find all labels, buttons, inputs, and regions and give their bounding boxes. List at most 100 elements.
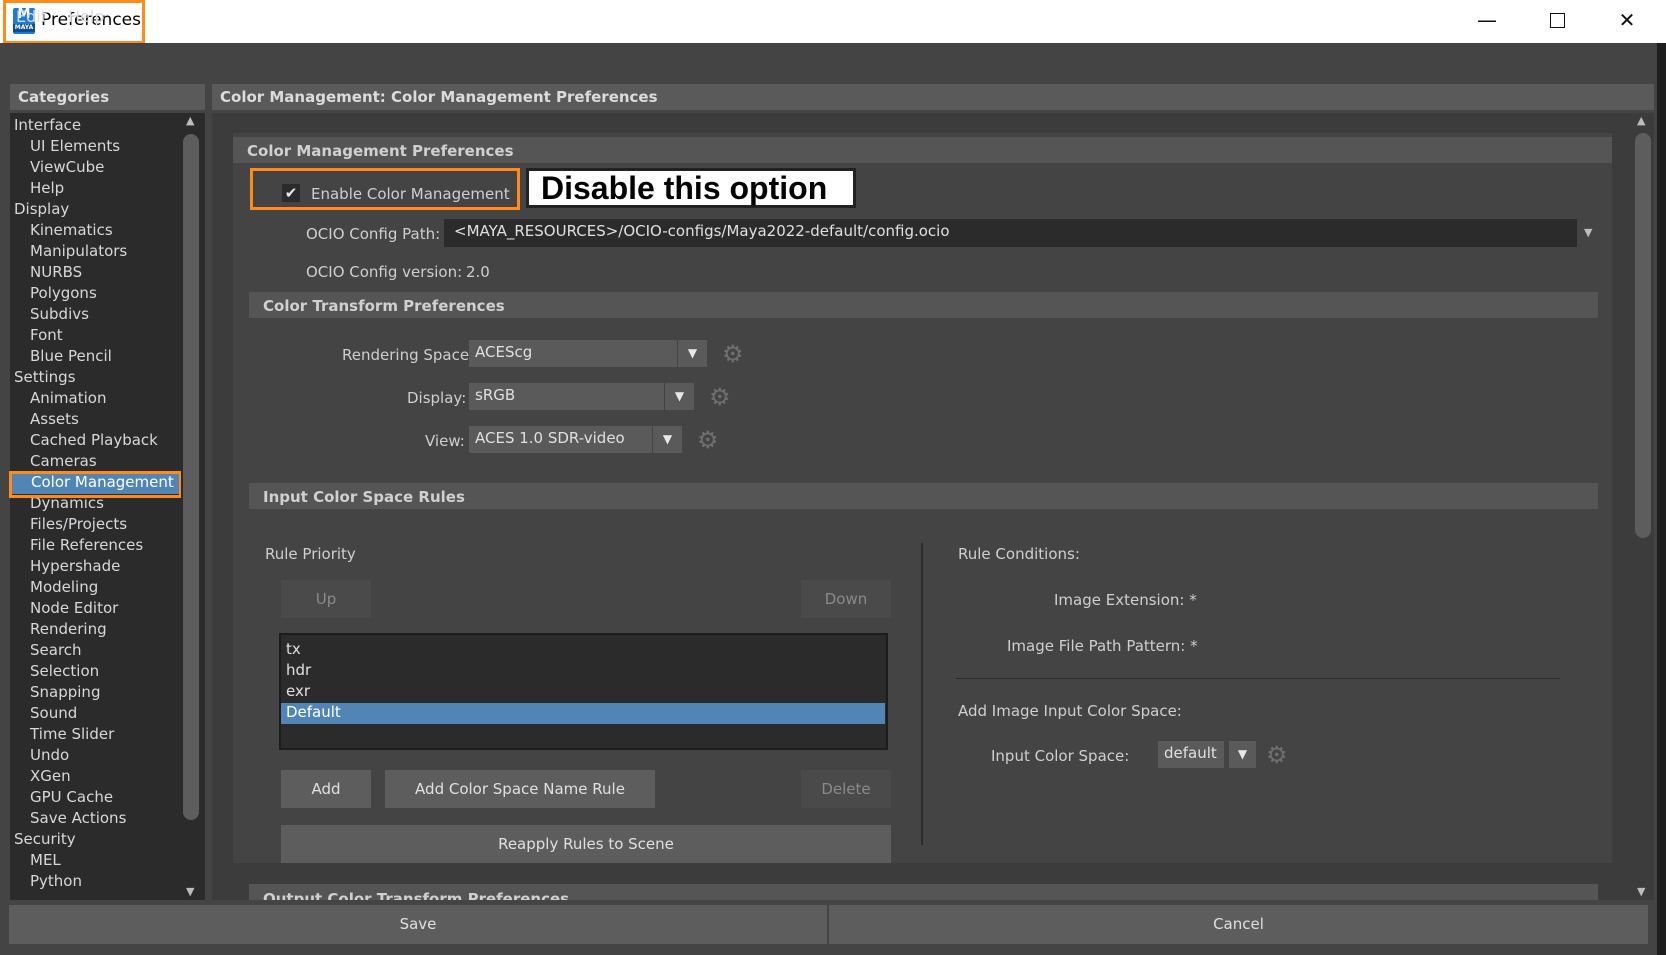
category-item[interactable]: MEL <box>10 851 61 872</box>
rule-item[interactable]: hdr <box>281 661 885 682</box>
category-item[interactable]: Selection <box>10 662 99 683</box>
cm-prefs-header: Color Management Preferences <box>233 137 1612 163</box>
ocio-path-dropdown-icon[interactable]: ▼ <box>1584 226 1592 239</box>
category-item[interactable]: Save Actions <box>10 809 126 830</box>
ocio-path-field[interactable]: <MAYA_RESOURCES>/OCIO-configs/Maya2022-d… <box>444 219 1577 247</box>
annotation-callout: Disable this option <box>526 168 856 208</box>
category-item[interactable]: Subdivs <box>10 305 89 326</box>
category-item[interactable]: Time Slider <box>10 725 114 746</box>
main-header: Color Management: Color Management Prefe… <box>212 84 1654 110</box>
input-cs-label: Input Color Space: <box>991 747 1130 765</box>
category-item[interactable]: Rendering <box>10 620 107 641</box>
rendering-space-label: Rendering Space: <box>342 346 475 364</box>
input-cs-dropdown-icon[interactable]: ▼ <box>1228 741 1256 768</box>
category-item[interactable]: Snapping <box>10 683 100 704</box>
scroll-up-icon[interactable]: ▲ <box>186 114 194 127</box>
category-item[interactable]: Manipulators <box>10 242 127 263</box>
categories-scroll-thumb[interactable] <box>183 134 199 820</box>
enable-cm-checkbox[interactable]: ✔ <box>282 184 300 202</box>
display-dropdown-icon[interactable]: ▼ <box>664 383 694 410</box>
category-item[interactable]: Assets <box>10 410 79 431</box>
display-label: Display: <box>407 389 467 407</box>
cancel-button[interactable]: Cancel <box>829 905 1648 944</box>
category-item[interactable]: Modeling <box>10 578 98 599</box>
add-name-rule-button[interactable]: Add Color Space Name Rule <box>385 770 655 808</box>
category-item[interactable]: NURBS <box>10 263 82 284</box>
close-button[interactable]: ✕ <box>1592 0 1662 43</box>
rendering-space-combo[interactable]: ACEScg <box>469 340 677 367</box>
categories-list[interactable]: Interface UI Elements ViewCube Help Display K… <box>10 113 205 900</box>
menu-help[interactable]: Help <box>68 7 104 26</box>
category-item[interactable]: Security <box>10 830 76 851</box>
category-item[interactable]: Settings <box>10 368 76 389</box>
view-dropdown-icon[interactable]: ▼ <box>652 426 682 453</box>
rule-item[interactable]: exr <box>281 682 885 703</box>
category-item[interactable]: Display <box>10 200 69 221</box>
ocio-version-label: OCIO Config version: <box>306 263 463 281</box>
category-item[interactable]: Sound <box>10 704 77 725</box>
input-cs-combo[interactable]: default <box>1158 741 1224 768</box>
ocio-path-label: OCIO Config Path: <box>306 225 441 243</box>
image-extension-label: Image Extension: * <box>1054 591 1197 609</box>
category-item[interactable]: Blue Pencil <box>10 347 112 368</box>
reapply-rules-button[interactable]: Reapply Rules to Scene <box>281 825 891 863</box>
add-button[interactable]: Add <box>281 770 371 808</box>
title-bar <box>0 0 1666 43</box>
main-scroll-up-icon[interactable]: ▲ <box>1637 114 1645 127</box>
category-item[interactable]: Files/Projects <box>10 515 127 536</box>
rule-conditions-label: Rule Conditions: <box>958 545 1080 563</box>
rule-item-selected[interactable]: Default <box>281 703 885 724</box>
input-rules-header: Input Color Space Rules <box>249 483 1598 509</box>
category-item[interactable]: File References <box>10 536 143 557</box>
category-item[interactable]: Cameras <box>10 452 97 473</box>
rendering-space-gear-icon[interactable]: ⚙ <box>722 342 744 366</box>
delete-button[interactable]: Delete <box>801 770 891 808</box>
down-button[interactable]: Down <box>801 580 891 618</box>
view-combo[interactable]: ACES 1.0 SDR-video <box>469 426 652 453</box>
category-item[interactable]: Hypershade <box>10 557 120 578</box>
category-item[interactable]: Search <box>10 641 82 662</box>
category-item[interactable]: Interface <box>10 116 81 137</box>
main-scroll-down-icon[interactable]: ▼ <box>1637 885 1645 898</box>
category-item[interactable]: Node Editor <box>10 599 118 620</box>
view-label: View: <box>425 432 465 450</box>
checkmark-icon: ✔ <box>284 184 298 202</box>
maximize-button[interactable] <box>1522 0 1592 43</box>
category-item[interactable]: Font <box>10 326 63 347</box>
minimize-icon: — <box>1477 8 1497 32</box>
display-gear-icon[interactable]: ⚙ <box>709 385 731 409</box>
rendering-space-dropdown-icon[interactable]: ▼ <box>677 340 707 367</box>
save-button[interactable]: Save <box>9 905 827 944</box>
rule-priority-list[interactable]: tx hdr exr Default <box>279 633 888 750</box>
menu-edit[interactable]: Edit <box>16 7 47 26</box>
category-item[interactable]: Animation <box>10 389 106 410</box>
category-item[interactable]: UI Elements <box>10 137 120 158</box>
vertical-divider <box>921 543 923 845</box>
scroll-down-icon[interactable]: ▼ <box>186 885 194 898</box>
main-scroll-thumb[interactable] <box>1635 133 1651 538</box>
ocio-version-value: 2.0 <box>466 263 490 281</box>
view-gear-icon[interactable]: ⚙ <box>697 428 719 452</box>
output-transform-header: Output Color Transform Preferences <box>249 884 1598 900</box>
category-item[interactable]: Help <box>10 179 64 200</box>
input-cs-gear-icon[interactable]: ⚙ <box>1266 743 1288 767</box>
enable-cm-label: Enable Color Management <box>311 185 510 203</box>
category-item[interactable]: Kinematics <box>10 221 113 242</box>
rule-priority-label: Rule Priority <box>265 545 356 563</box>
window-edge <box>1657 43 1666 955</box>
image-path-pattern-label: Image File Path Pattern: * <box>1007 637 1198 655</box>
category-item[interactable]: XGen <box>10 767 71 788</box>
horizontal-divider <box>956 678 1560 679</box>
category-item[interactable]: Polygons <box>10 284 97 305</box>
category-item[interactable]: ViewCube <box>10 158 104 179</box>
close-icon: ✕ <box>1618 8 1636 32</box>
display-combo[interactable]: sRGB <box>469 383 664 410</box>
category-item[interactable]: GPU Cache <box>10 788 113 809</box>
minimize-button[interactable]: — <box>1452 0 1522 43</box>
rule-item[interactable]: tx <box>281 640 885 661</box>
up-button[interactable]: Up <box>281 580 371 618</box>
maximize-icon <box>1549 13 1565 28</box>
category-item[interactable]: Cached Playback <box>10 431 158 452</box>
category-item[interactable]: Undo <box>10 746 69 767</box>
category-item[interactable]: Python <box>10 872 82 893</box>
